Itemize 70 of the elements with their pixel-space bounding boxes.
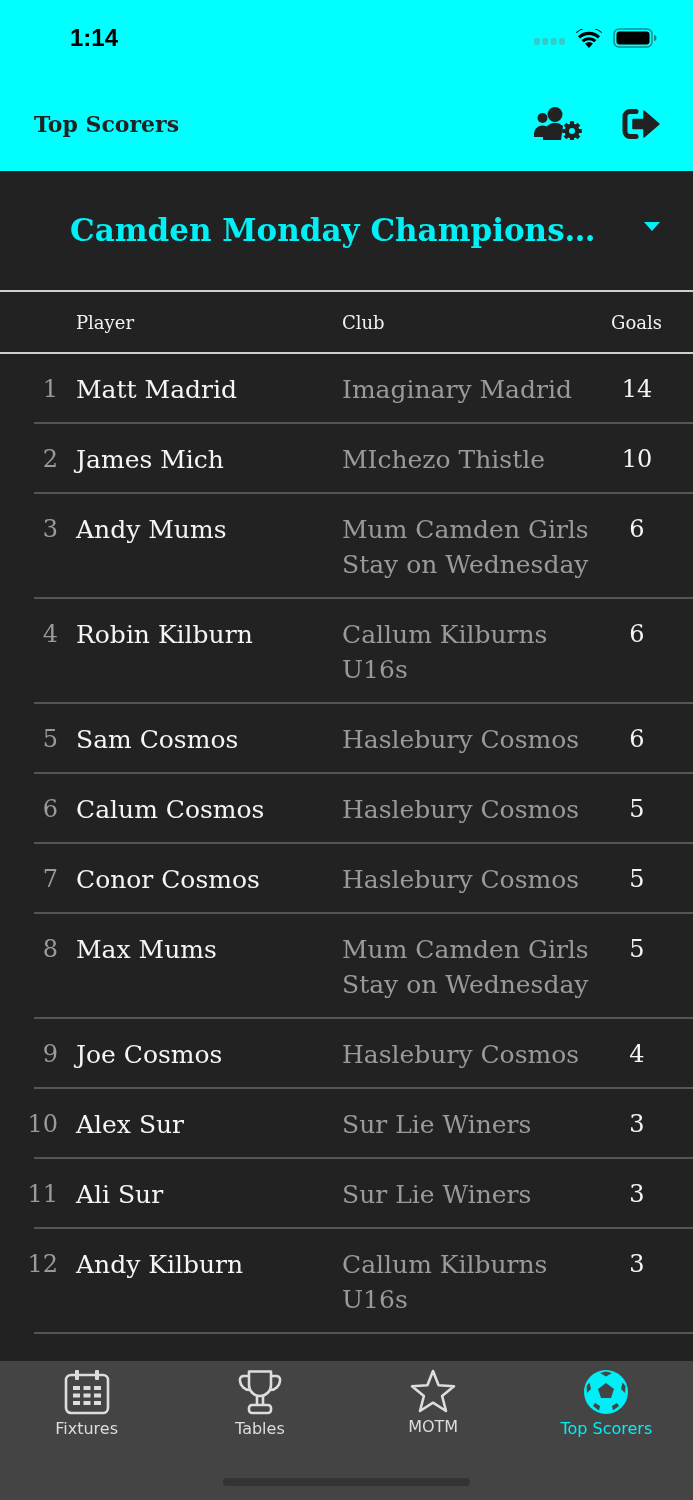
goals-count: 3 [629,1179,645,1210]
player-name: Robin Kilburn [76,619,253,651]
club-name: Haslebury Cosmos [342,794,580,826]
goals-count: 5 [629,864,645,895]
player-name: Max Mums [76,934,217,966]
league-dropdown[interactable]: Camden Monday Champions… [70,199,660,260]
goals-count: 6 [629,724,645,755]
logout-button[interactable] [622,107,660,140]
rank-number: 8 [42,934,58,965]
caret-icon [644,222,660,231]
rank-number: 2 [42,444,58,475]
club-name: Callum Kilburns U16s [342,1249,549,1316]
player-name: Andy Mums [76,514,227,546]
nav-tab[interactable]: MOTM [408,1361,459,1436]
player-name: Calum Cosmos [76,794,265,826]
goals-count: 10 [621,444,653,475]
rank-number: 9 [42,1039,58,1070]
status-time: 1:14 [70,24,119,52]
goals-count: 3 [629,1109,645,1140]
rank-number: 12 [27,1249,58,1280]
goals-count: 4 [629,1039,645,1070]
logout-icon [622,107,660,140]
player-name: Sam Cosmos [76,724,239,756]
rank-number: 4 [42,619,58,650]
nav-tab[interactable]: Tables [235,1361,285,1438]
goals-count: 6 [629,514,645,545]
rank-number: 1 [42,374,58,405]
rank-number: 3 [42,514,58,545]
trophy-icon [237,1369,282,1415]
player-name: Matt Madrid [76,374,237,406]
page-title: Top Scorers [34,110,180,137]
player-name: Ali Sur [76,1179,164,1211]
player-name: James Mich [76,444,224,476]
club-name: Sur Lie Winers [342,1109,532,1141]
column-header: Player [76,311,135,333]
club-name: Haslebury Cosmos [342,724,580,756]
wifi-icon [576,28,602,48]
player-name: Joe Cosmos [76,1039,223,1071]
column-header: Club [342,311,385,333]
club-name: Mum Camden Girls Stay on Wednesday [342,514,590,581]
goals-count: 5 [629,934,645,965]
rank-number: 10 [27,1109,58,1140]
rank-number: 6 [42,794,58,825]
team-settings-button[interactable] [534,107,582,140]
club-name: Imaginary Madrid [342,374,572,406]
goals-count: 5 [629,794,645,825]
signal-icon [534,37,565,45]
club-name: Haslebury Cosmos [342,864,580,896]
club-name: MIchezo Thistle [342,444,545,476]
goals-count: 14 [621,374,653,405]
club-name: Mum Camden Girls Stay on Wednesday [342,934,590,1001]
club-name: Callum Kilburns U16s [342,619,549,686]
nav-tab[interactable]: Fixtures [55,1361,118,1438]
rank-number: 5 [42,724,58,755]
calendar-icon [63,1369,110,1415]
star-icon [410,1369,457,1413]
player-name: Conor Cosmos [76,864,260,896]
player-name: Alex Sur [76,1109,185,1141]
rank-number: 11 [27,1179,58,1210]
goals-count: 3 [629,1249,645,1280]
player-name: Andy Kilburn [76,1249,244,1281]
column-header: Goals [611,311,662,333]
goals-count: 6 [629,619,645,650]
rank-number: 7 [42,864,58,895]
nav-tab[interactable]: Top Scorers [560,1361,653,1438]
club-name: Haslebury Cosmos [342,1039,580,1071]
soccer-ball-icon [583,1369,630,1415]
club-name: Sur Lie Winers [342,1179,532,1211]
users-gear-icon [534,107,582,140]
battery-icon [613,28,657,48]
